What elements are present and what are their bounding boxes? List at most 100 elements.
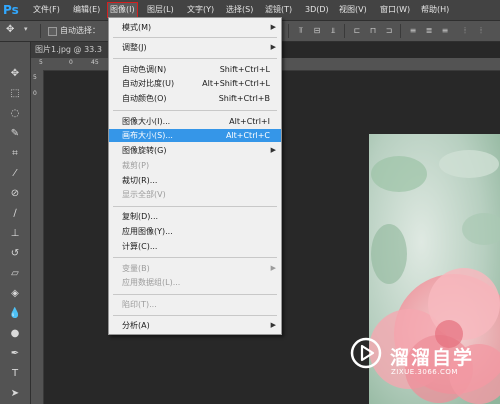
move-tool-icon[interactable]: ✥: [6, 24, 14, 35]
ruler-tick-label: 5: [33, 74, 37, 81]
distribute-bottom-icon[interactable]: ≡: [440, 26, 450, 35]
ruler-tick-label: 0: [69, 59, 73, 66]
menu-separator: [113, 37, 277, 38]
watermark-logo-icon: [350, 337, 382, 369]
menu-item-label: 裁剪(P): [122, 161, 150, 170]
menu-item-shortcut: Alt+Ctrl+C: [225, 131, 270, 140]
menu-window[interactable]: 窗口(W): [380, 3, 410, 17]
menu-item-reveal-all: 显示全部(V): [109, 188, 281, 201]
menu-item-label: 陷印(T)...: [122, 300, 157, 309]
menu-item-label: 裁切(R)...: [122, 176, 158, 185]
path-selection-tool-icon[interactable]: ➤: [6, 386, 24, 402]
menu-filter[interactable]: 滤镜(T): [265, 3, 292, 17]
ruler-tick-label: 5: [39, 59, 43, 66]
align-right-icon[interactable]: ⊐: [384, 26, 394, 35]
menu-item-calculations[interactable]: 计算(C)...: [109, 240, 281, 253]
menu-item-crop: 裁剪(P): [109, 159, 281, 172]
menu-item-canvas-size[interactable]: 画布大小(S)... Alt+Ctrl+C: [109, 129, 281, 142]
menu-item-duplicate[interactable]: 复制(D)...: [109, 210, 281, 223]
menu-item-shortcut: Alt+Ctrl+I: [229, 117, 270, 126]
menu-item-trap: 陷印(T)...: [109, 298, 281, 311]
menu-view[interactable]: 视图(V): [339, 3, 367, 17]
menu-item-mode[interactable]: 模式(M) ▶: [109, 21, 281, 34]
menu-item-label: 调整(J): [122, 43, 147, 52]
menu-item-auto-contrast[interactable]: 自动对比度(U) Alt+Shift+Ctrl+L: [109, 77, 281, 90]
menu-item-apply-data-set: 应用数据组(L)...: [109, 276, 281, 289]
menu-separator: [113, 206, 277, 207]
menu-item-image-rotation[interactable]: 图像旋转(G) ▶: [109, 144, 281, 157]
menu-item-apply-image[interactable]: 应用图像(Y)...: [109, 225, 281, 238]
align-top-icon[interactable]: ⫪: [296, 26, 306, 35]
divider: [40, 24, 41, 38]
menu-item-label: 图像旋转(G): [122, 146, 167, 155]
type-tool-icon[interactable]: T: [6, 366, 24, 382]
submenu-arrow-icon: ▶: [270, 23, 276, 31]
align-left-icon[interactable]: ⊏: [352, 26, 362, 35]
history-brush-tool-icon[interactable]: ↺: [6, 246, 24, 262]
menu-item-label: 分析(A): [122, 321, 150, 330]
menu-item-label: 计算(C)...: [122, 242, 158, 251]
menu-item-image-size[interactable]: 图像大小(I)... Alt+Ctrl+I: [109, 115, 281, 128]
eraser-tool-icon[interactable]: ▱: [6, 266, 24, 282]
lasso-tool-icon[interactable]: ◌: [6, 106, 24, 122]
clone-stamp-tool-icon[interactable]: ⊥: [6, 226, 24, 242]
menu-image[interactable]: 图像(I): [107, 2, 138, 18]
menu-separator: [113, 315, 277, 316]
menu-item-shortcut: Shift+Ctrl+B: [218, 94, 270, 103]
menu-separator: [113, 58, 277, 59]
watermark-name: 溜溜自学: [390, 347, 475, 369]
menu-separator: [113, 294, 277, 295]
distribute-middle-icon[interactable]: ≣: [424, 26, 434, 35]
menu-item-label: 显示全部(V): [122, 190, 166, 199]
brush-tool-icon[interactable]: ∕: [6, 206, 24, 222]
menu-item-shortcut: Alt+Shift+Ctrl+L: [202, 79, 270, 88]
menu-item-analysis[interactable]: 分析(A) ▶: [109, 319, 281, 332]
menu-3d[interactable]: 3D(D): [305, 3, 329, 17]
menu-item-adjustments[interactable]: 调整(J) ▶: [109, 41, 281, 54]
align-center-icon[interactable]: ⊓: [368, 26, 378, 35]
menu-edit[interactable]: 编辑(E): [73, 3, 100, 17]
healing-brush-tool-icon[interactable]: ⊘: [6, 186, 24, 202]
align-bottom-icon[interactable]: ⫫: [328, 26, 338, 35]
paint-bucket-tool-icon[interactable]: ◈: [6, 286, 24, 302]
align-middle-icon[interactable]: ⊟: [312, 26, 322, 35]
divider: [344, 24, 345, 38]
menu-item-trim[interactable]: 裁切(R)...: [109, 174, 281, 187]
menu-item-label: 应用图像(Y)...: [122, 227, 173, 236]
tool-preset-caret-icon[interactable]: ▾: [24, 25, 28, 33]
menu-item-auto-tone[interactable]: 自动色调(N) Shift+Ctrl+L: [109, 63, 281, 76]
eyedropper-tool-icon[interactable]: ⁄: [6, 166, 24, 182]
menu-file[interactable]: 文件(F): [33, 3, 60, 17]
pen-tool-icon[interactable]: ✒: [6, 346, 24, 362]
menu-layer[interactable]: 图层(L): [147, 3, 174, 17]
marquee-tool-icon[interactable]: ⬚: [6, 86, 24, 102]
menu-item-label: 复制(D)...: [122, 212, 159, 221]
distribute-right-icon[interactable]: ⦙: [476, 26, 486, 35]
blur-tool-icon[interactable]: 💧: [6, 306, 24, 322]
menu-item-label: 变量(B): [122, 264, 150, 273]
ruler-left: 5 0: [31, 70, 44, 404]
menu-item-label: 自动色调(N): [122, 65, 167, 74]
move-tool-icon[interactable]: ✥: [6, 66, 24, 82]
crop-tool-icon[interactable]: ⌗: [6, 146, 24, 162]
auto-select-label: 自动选择：: [60, 26, 100, 35]
dodge-tool-icon[interactable]: ●: [6, 326, 24, 342]
menu-item-shortcut: Shift+Ctrl+L: [219, 65, 270, 74]
image-menu-dropdown: 模式(M) ▶ 调整(J) ▶ 自动色调(N) Shift+Ctrl+L 自动对…: [108, 17, 282, 335]
tools-panel: ✥ ⬚ ◌ ✎ ⌗ ⁄ ⊘ ∕ ⊥ ↺ ▱ ◈ 💧 ● ✒ T ➤: [0, 42, 31, 404]
menu-item-label: 模式(M): [122, 23, 152, 32]
auto-select-checkbox[interactable]: [48, 27, 57, 36]
menu-item-label: 应用数据组(L)...: [122, 278, 181, 287]
menu-type[interactable]: 文字(Y): [187, 3, 214, 17]
distribute-left-icon[interactable]: ⦙: [460, 26, 470, 35]
submenu-arrow-icon: ▶: [270, 264, 276, 272]
ruler-tick-label: 0: [33, 90, 37, 97]
menu-select[interactable]: 选择(S): [226, 3, 253, 17]
photoshop-logo: Ps: [3, 3, 19, 17]
menu-item-auto-color[interactable]: 自动颜色(O) Shift+Ctrl+B: [109, 92, 281, 105]
quick-selection-tool-icon[interactable]: ✎: [6, 126, 24, 142]
menu-help[interactable]: 帮助(H): [421, 3, 449, 17]
menu-item-variables: 变量(B) ▶: [109, 262, 281, 275]
distribute-top-icon[interactable]: ≡: [408, 26, 418, 35]
menu-item-label: 画布大小(S)...: [122, 131, 173, 140]
